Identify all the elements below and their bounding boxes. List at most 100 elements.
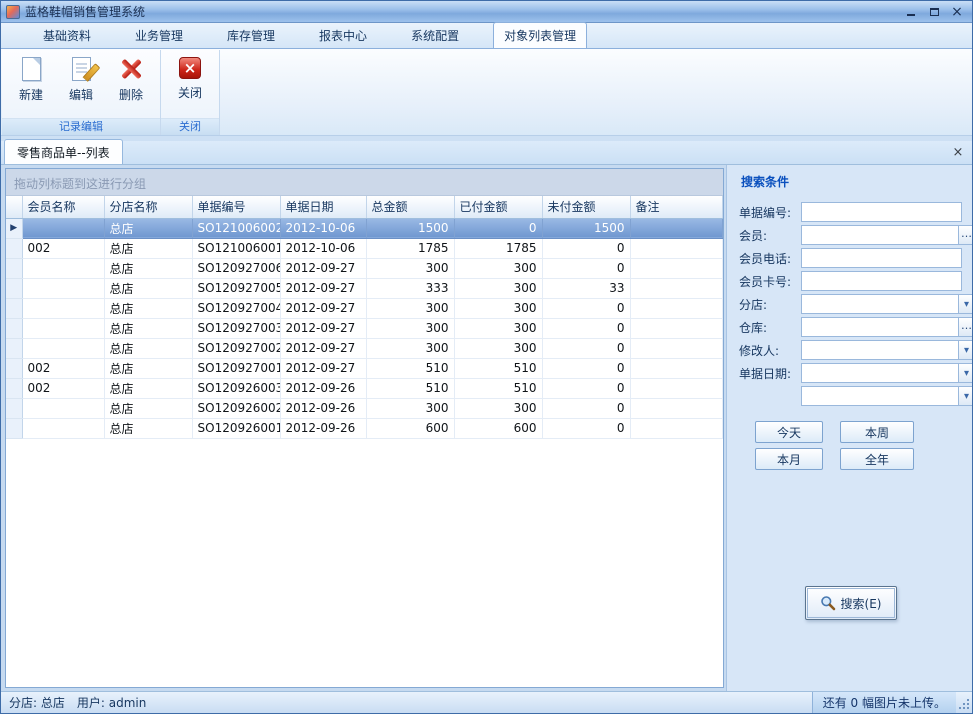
maximize-button[interactable] xyxy=(924,3,944,20)
cell-member-name[interactable]: 002 xyxy=(22,358,104,378)
this-month-button[interactable]: 本月 xyxy=(755,448,823,470)
column-header-paid-amount[interactable]: 已付金额 xyxy=(454,196,542,218)
cell-member-name[interactable]: 002 xyxy=(22,378,104,398)
cell-doc-date[interactable]: 2012-09-27 xyxy=(280,338,366,358)
row-indicator[interactable] xyxy=(6,358,22,378)
cell-remark[interactable] xyxy=(630,418,723,438)
row-indicator[interactable] xyxy=(6,238,22,258)
cell-doc-date[interactable]: 2012-09-27 xyxy=(280,318,366,338)
row-indicator[interactable] xyxy=(6,418,22,438)
menu-tab-basic-data[interactable]: 基础资料 xyxy=(33,23,101,48)
modifier-input[interactable] xyxy=(801,340,959,360)
search-button[interactable]: 搜索(E) xyxy=(805,586,897,620)
doc-date-from-chevron-down-icon[interactable] xyxy=(959,363,972,383)
cell-unpaid-amount[interactable]: 0 xyxy=(542,318,630,338)
row-indicator[interactable] xyxy=(6,278,22,298)
new-button[interactable]: 新建 xyxy=(10,55,52,103)
cell-total-amount[interactable]: 333 xyxy=(366,278,454,298)
cell-remark[interactable] xyxy=(630,398,723,418)
cell-doc-date[interactable]: 2012-09-27 xyxy=(280,278,366,298)
cell-branch-name[interactable]: 总店 xyxy=(104,258,192,278)
row-indicator[interactable] xyxy=(6,338,22,358)
column-header-member-name[interactable]: 会员名称 xyxy=(22,196,104,218)
edit-button[interactable]: 编辑 xyxy=(60,55,102,103)
cell-doc-number[interactable]: SO120927006 xyxy=(192,258,280,278)
table-row[interactable]: 总店SO1209260022012-09-263003000 xyxy=(6,398,723,418)
cell-branch-name[interactable]: 总店 xyxy=(104,218,192,238)
cell-total-amount[interactable]: 510 xyxy=(366,358,454,378)
cell-doc-date[interactable]: 2012-10-06 xyxy=(280,238,366,258)
cell-total-amount[interactable]: 300 xyxy=(366,258,454,278)
cell-doc-number[interactable]: SO121006002 xyxy=(192,218,280,238)
cell-doc-number[interactable]: SO120927001 xyxy=(192,358,280,378)
cell-branch-name[interactable]: 总店 xyxy=(104,378,192,398)
cell-unpaid-amount[interactable]: 0 xyxy=(542,238,630,258)
cell-remark[interactable] xyxy=(630,338,723,358)
cell-doc-number[interactable]: SO120926001 xyxy=(192,418,280,438)
member-input[interactable] xyxy=(801,225,959,245)
cell-paid-amount[interactable]: 600 xyxy=(454,418,542,438)
cell-branch-name[interactable]: 总店 xyxy=(104,318,192,338)
table-row[interactable]: ▶总店SO1210060022012-10-06150001500 xyxy=(6,218,723,238)
table-row[interactable]: 总店SO1209270022012-09-273003000 xyxy=(6,338,723,358)
cell-member-name[interactable] xyxy=(22,218,104,238)
cell-total-amount[interactable]: 300 xyxy=(366,298,454,318)
member-card-input[interactable] xyxy=(801,271,962,291)
cell-member-name[interactable] xyxy=(22,298,104,318)
cell-branch-name[interactable]: 总店 xyxy=(104,418,192,438)
column-header-branch-name[interactable]: 分店名称 xyxy=(104,196,192,218)
cell-unpaid-amount[interactable]: 0 xyxy=(542,398,630,418)
table-row[interactable]: 总店SO1209270042012-09-273003000 xyxy=(6,298,723,318)
cell-paid-amount[interactable]: 510 xyxy=(454,358,542,378)
cell-total-amount[interactable]: 300 xyxy=(366,318,454,338)
cell-paid-amount[interactable]: 300 xyxy=(454,338,542,358)
column-header-unpaid-amount[interactable]: 未付金额 xyxy=(542,196,630,218)
table-row[interactable]: 002总店SO1210060012012-10-06178517850 xyxy=(6,238,723,258)
branch-chevron-down-icon[interactable] xyxy=(959,294,972,314)
cell-unpaid-amount[interactable]: 0 xyxy=(542,378,630,398)
cell-doc-date[interactable]: 2012-09-26 xyxy=(280,378,366,398)
delete-button[interactable]: 删除 xyxy=(110,55,152,103)
table-row[interactable]: 002总店SO1209260032012-09-265105100 xyxy=(6,378,723,398)
doc-number-input[interactable] xyxy=(801,202,962,222)
cell-total-amount[interactable]: 300 xyxy=(366,398,454,418)
cell-remark[interactable] xyxy=(630,258,723,278)
menu-tab-system-config[interactable]: 系统配置 xyxy=(401,23,469,48)
cell-doc-number[interactable]: SO120926003 xyxy=(192,378,280,398)
cell-member-name[interactable] xyxy=(22,338,104,358)
cell-paid-amount[interactable]: 0 xyxy=(454,218,542,238)
cell-branch-name[interactable]: 总店 xyxy=(104,238,192,258)
column-header-total-amount[interactable]: 总金额 xyxy=(366,196,454,218)
cell-member-name[interactable] xyxy=(22,398,104,418)
cell-doc-date[interactable]: 2012-09-27 xyxy=(280,358,366,378)
cell-doc-date[interactable]: 2012-09-26 xyxy=(280,418,366,438)
cell-paid-amount[interactable]: 300 xyxy=(454,318,542,338)
cell-member-name[interactable] xyxy=(22,278,104,298)
minimize-button[interactable] xyxy=(901,3,921,20)
cell-doc-date[interactable]: 2012-09-27 xyxy=(280,298,366,318)
cell-doc-number[interactable]: SO121006001 xyxy=(192,238,280,258)
cell-branch-name[interactable]: 总店 xyxy=(104,398,192,418)
close-tab-button[interactable]: 关闭 xyxy=(169,55,211,101)
cell-member-name[interactable] xyxy=(22,258,104,278)
cell-doc-date[interactable]: 2012-09-26 xyxy=(280,398,366,418)
doc-date-to-chevron-down-icon[interactable] xyxy=(959,386,972,406)
doc-date-to-input[interactable] xyxy=(801,386,959,406)
cell-remark[interactable] xyxy=(630,238,723,258)
modifier-chevron-down-icon[interactable] xyxy=(959,340,972,360)
cell-remark[interactable] xyxy=(630,218,723,238)
current-row-indicator[interactable]: ▶ xyxy=(6,218,22,238)
cell-unpaid-amount[interactable]: 1500 xyxy=(542,218,630,238)
cell-total-amount[interactable]: 300 xyxy=(366,338,454,358)
menu-tab-business[interactable]: 业务管理 xyxy=(125,23,193,48)
cell-total-amount[interactable]: 510 xyxy=(366,378,454,398)
cell-paid-amount[interactable]: 300 xyxy=(454,298,542,318)
cell-unpaid-amount[interactable]: 0 xyxy=(542,258,630,278)
cell-unpaid-amount[interactable]: 33 xyxy=(542,278,630,298)
cell-unpaid-amount[interactable]: 0 xyxy=(542,418,630,438)
today-button[interactable]: 今天 xyxy=(755,421,823,443)
close-button[interactable] xyxy=(947,3,967,20)
cell-paid-amount[interactable]: 300 xyxy=(454,258,542,278)
cell-doc-number[interactable]: SO120926002 xyxy=(192,398,280,418)
table-row[interactable]: 总店SO1209270062012-09-273003000 xyxy=(6,258,723,278)
